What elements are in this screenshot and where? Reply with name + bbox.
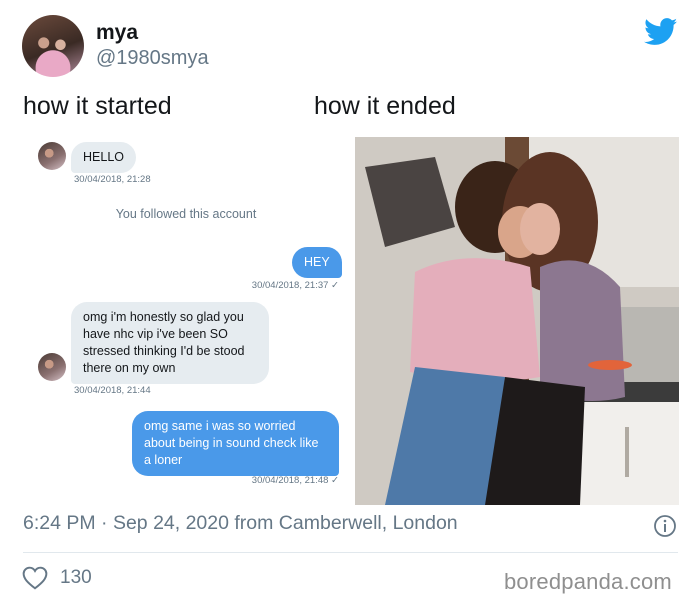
message-line: stressed thinking I'd be stood [83, 344, 245, 358]
message-bubble-outgoing: omg same i was so worried about being in… [132, 411, 339, 476]
divider [23, 552, 678, 553]
message-line: there on my own [83, 361, 176, 375]
message-timestamp: 30/04/2018, 21:37 ✓ [251, 280, 339, 291]
user-handle[interactable]: @1980smya [96, 47, 209, 70]
profile-avatar[interactable] [22, 15, 84, 77]
message-bubble-incoming: HELLO [71, 142, 136, 173]
tweet-photo[interactable] [355, 137, 679, 505]
message-bubble-incoming: omg i'm honestly so glad you have nhc vi… [71, 302, 269, 384]
message-line: omg i'm honestly so glad you [83, 310, 244, 324]
caption-how-it-ended: how it ended [314, 92, 456, 120]
dm-avatar [38, 353, 66, 381]
message-line: have nhc vip i've been SO [83, 327, 228, 341]
message-line: about being in sound check like [144, 436, 319, 450]
message-timestamp: 30/04/2018, 21:28 [74, 174, 151, 185]
message-line: a loner [144, 453, 183, 467]
photo-illustration [355, 137, 679, 505]
tweet-timestamp-location[interactable]: 6:24 PM · Sep 24, 2020 from Camberwell, … [23, 512, 458, 535]
info-icon[interactable] [653, 514, 677, 538]
twitter-bird-icon[interactable] [644, 18, 678, 46]
dm-screenshot: HELLO 30/04/2018, 21:28 You followed thi… [23, 130, 349, 504]
message-timestamp: 30/04/2018, 21:44 [74, 385, 151, 396]
message-timestamp: 30/04/2018, 21:48 ✓ [251, 475, 339, 486]
dm-avatar [38, 142, 66, 170]
display-name[interactable]: mya [96, 21, 138, 45]
caption-how-it-started: how it started [23, 92, 172, 120]
message-bubble-outgoing: HEY [292, 247, 342, 278]
message-line: omg same i was so worried [144, 419, 296, 433]
heart-icon[interactable] [22, 566, 48, 590]
watermark: boredpanda.com [504, 569, 672, 594]
like-count: 130 [60, 567, 92, 588]
system-message: You followed this account [115, 207, 257, 221]
